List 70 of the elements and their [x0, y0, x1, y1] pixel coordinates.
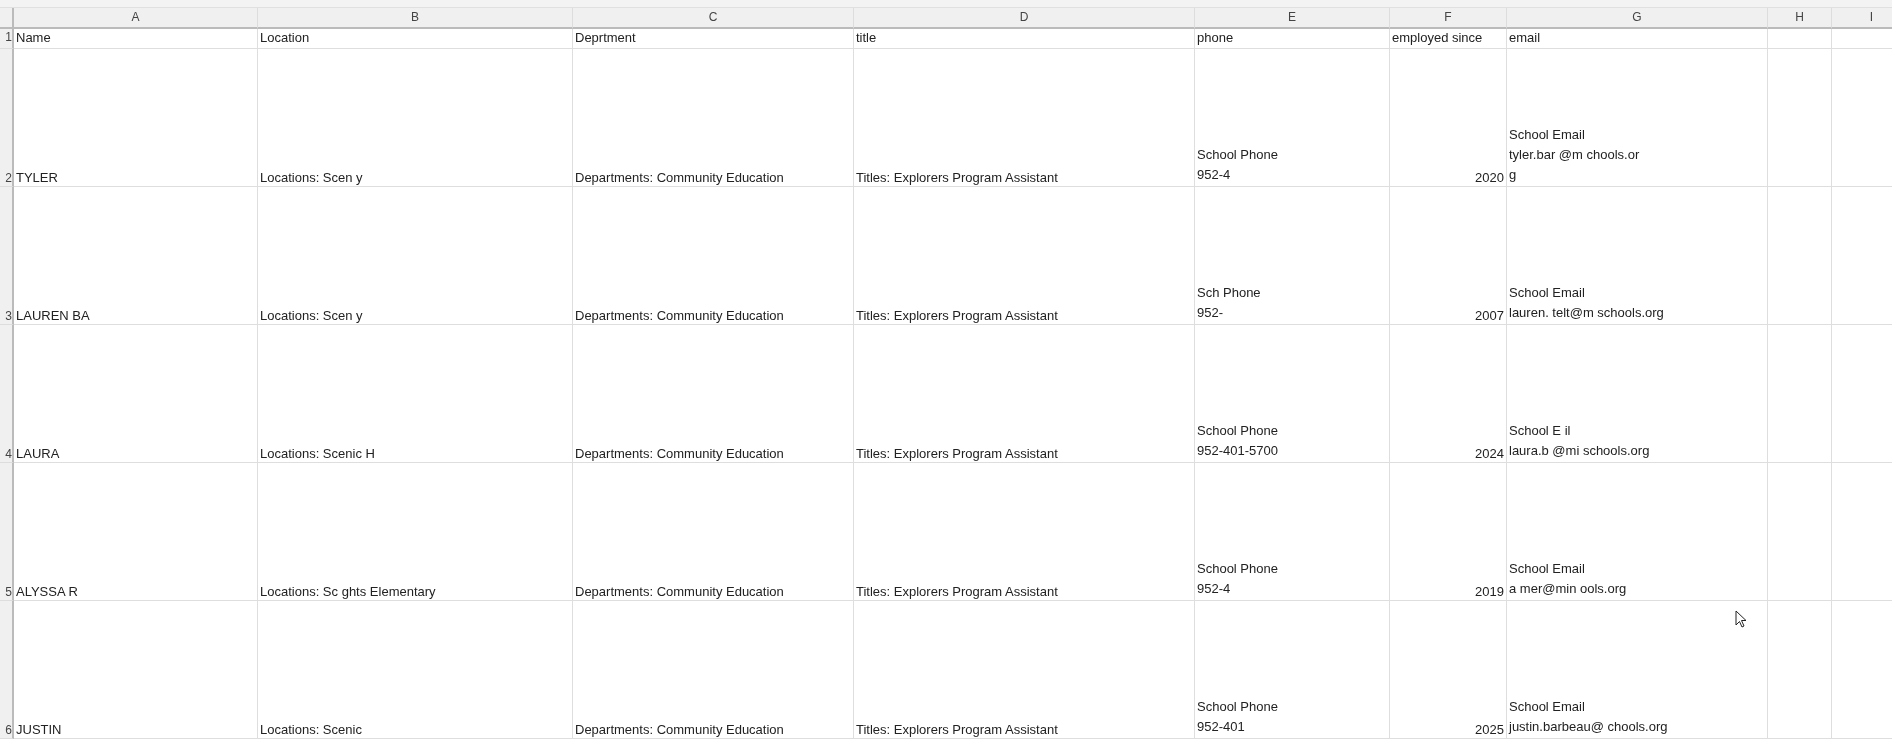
table-cell-text: g — [1509, 166, 1517, 184]
row-number[interactable]: 5 — [5, 585, 12, 599]
row-number[interactable]: 1 — [0, 29, 14, 49]
row-number[interactable]: 3 — [5, 309, 12, 323]
select-all-button[interactable] — [0, 8, 14, 29]
table-cell-text: School Email — [1509, 698, 1585, 716]
column-header[interactable]: H — [1768, 8, 1832, 29]
table-cell-text: School Email — [1509, 284, 1585, 302]
table-cell: Departments: Community Education — [575, 584, 784, 599]
table-cell: TYLER — [16, 170, 58, 185]
table-cell: Name — [14, 29, 258, 49]
table-cell: Titles: Explorers Program Assistant — [856, 722, 1058, 737]
column-header[interactable]: A — [14, 8, 258, 29]
table-cell: Titles: Explorers Program Assistant — [856, 584, 1058, 599]
column-header[interactable]: D — [854, 8, 1195, 29]
table-cell: 2024 — [1475, 446, 1504, 461]
column-header[interactable]: F — [1390, 8, 1507, 29]
table-cell-text: 952-4 — [1197, 166, 1231, 184]
row-number[interactable]: 2 — [5, 171, 12, 185]
table-cell-text: School Email — [1509, 560, 1585, 578]
table-cell: Deprtment — [573, 29, 854, 49]
table-cell: Departments: Community Education — [575, 722, 784, 737]
table-cell-text: lauren. telt@m schools.org — [1509, 304, 1664, 322]
table-cell: Titles: Explorers Program Assistant — [856, 170, 1058, 185]
table-cell: Departments: Community Education — [575, 170, 784, 185]
table-cell: 2020 — [1475, 170, 1504, 185]
table-cell-text: 952- — [1197, 304, 1224, 322]
table-cell-text: School Phone — [1197, 146, 1278, 164]
table-cell: 2007 — [1475, 308, 1504, 323]
table-cell: Titles: Explorers Program Assistant — [856, 446, 1058, 461]
table-cell: LAURA — [16, 446, 60, 461]
row-number[interactable]: 4 — [5, 447, 12, 461]
table-cell: Departments: Community Education — [575, 446, 784, 461]
table-cell-text: School Email — [1509, 126, 1585, 144]
table-cell-text: 952-401-5700 — [1197, 442, 1278, 460]
table-cell: 2025 — [1475, 722, 1504, 737]
table-cell: Locations: Scen y — [260, 170, 363, 185]
column-header[interactable]: E — [1195, 8, 1390, 29]
table-cell-text: 952-4 — [1197, 580, 1231, 598]
table-cell: title — [854, 29, 1195, 49]
table-cell-text: School Phone — [1197, 698, 1278, 716]
table-cell: employed since — [1390, 29, 1507, 49]
table-cell-text: School E il — [1509, 422, 1571, 440]
table-cell: Locations: Sc ghts Elementary — [260, 584, 436, 599]
table-cell: ALYSSA R — [16, 584, 78, 599]
column-header[interactable]: I — [1832, 8, 1892, 29]
table-cell-text: School Phone — [1197, 560, 1278, 578]
column-header[interactable]: G — [1507, 8, 1768, 29]
table-cell: Locations: Scen y — [260, 308, 363, 323]
column-header[interactable]: C — [573, 8, 854, 29]
table-cell-text: 952-401 — [1197, 718, 1245, 736]
table-cell: Locations: Scenic H — [260, 446, 375, 461]
table-cell-text: Sch Phone — [1197, 284, 1261, 302]
table-cell-text: justin.barbeau@ chools.org — [1509, 718, 1668, 736]
table-cell: phone — [1195, 29, 1390, 49]
table-cell: Titles: Explorers Program Assistant — [856, 308, 1058, 323]
table-cell: Location — [258, 29, 573, 49]
table-cell-text: a mer@min ools.org — [1509, 580, 1627, 598]
mouse-pointer-icon — [1735, 610, 1747, 628]
table-cell: JUSTIN — [16, 722, 62, 737]
row-number[interactable]: 6 — [5, 723, 12, 737]
table-cell: email — [1507, 29, 1768, 49]
table-cell-text: tyler.bar @m chools.or — [1509, 146, 1640, 164]
table-cell: 2019 — [1475, 584, 1504, 599]
table-cell: LAUREN BA — [16, 308, 90, 323]
column-header[interactable]: B — [258, 8, 573, 29]
table-cell: Departments: Community Education — [575, 308, 784, 323]
table-cell-text: School Phone — [1197, 422, 1278, 440]
table-cell-text: laura.b @mi schools.org — [1509, 442, 1650, 460]
table-cell: Locations: Scenic — [260, 722, 362, 737]
